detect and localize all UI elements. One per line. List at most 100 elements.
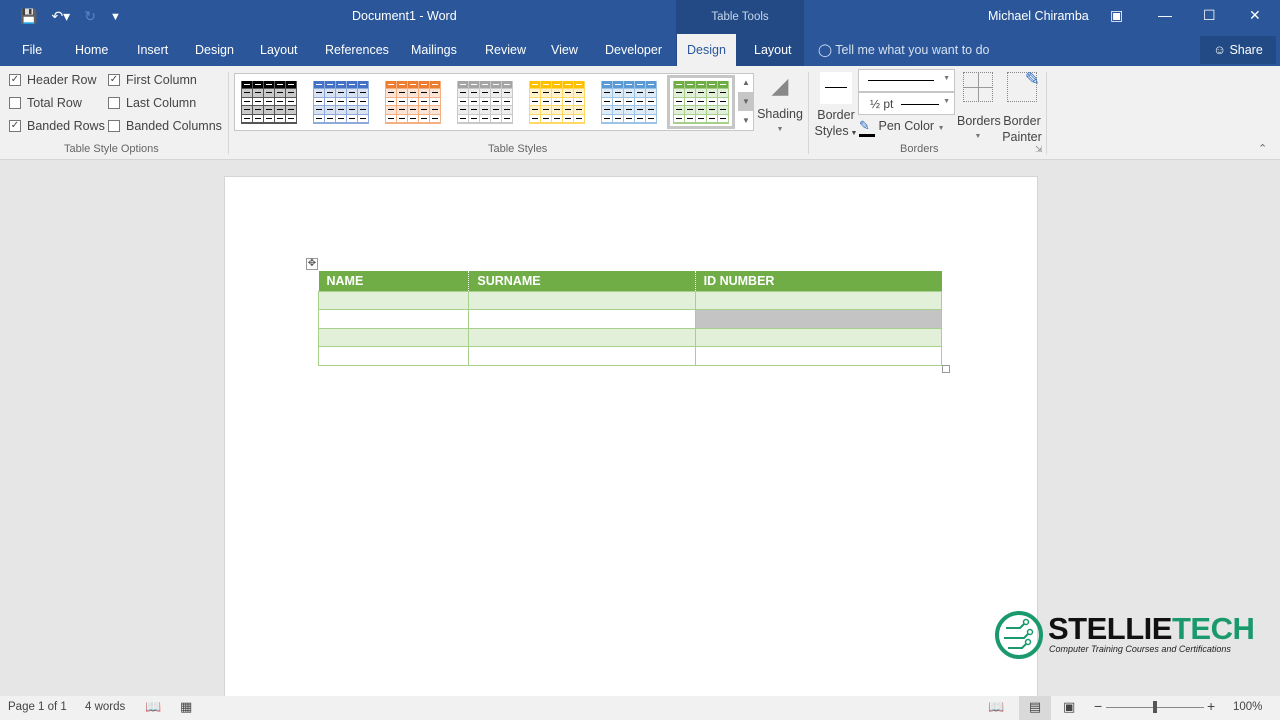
proofing-icon[interactable]: 📖: [145, 699, 161, 715]
web-layout-icon[interactable]: ▣: [1063, 699, 1075, 715]
zoom-out-icon[interactable]: −: [1094, 698, 1102, 714]
logo-wordmark: STELLIETECH: [1048, 611, 1255, 646]
table-row: [317, 290, 943, 310]
word-count[interactable]: 4 words: [85, 701, 125, 713]
checkbox-checked[interactable]: ✓: [9, 120, 21, 132]
border-painter-icon: ✎: [1007, 70, 1040, 102]
redo-icon[interactable]: ↻: [84, 8, 96, 25]
ribbon: ✓ Header Row Total Row ✓ Banded Rows ✓ Firs…: [0, 66, 1280, 160]
read-mode-icon[interactable]: 📖: [988, 699, 1004, 715]
checkbox-unchecked[interactable]: [9, 97, 21, 109]
table-cell[interactable]: [694, 327, 943, 347]
tab-file[interactable]: File: [20, 34, 44, 66]
document-table[interactable]: NAME SURNAME ID NUMBER: [317, 271, 943, 366]
table-style-thumb-gold[interactable]: [529, 81, 585, 124]
checkbox-checked[interactable]: ✓: [108, 74, 120, 86]
document-page[interactable]: [224, 176, 1038, 706]
checkbox-unchecked[interactable]: [108, 120, 120, 132]
border-painter-button[interactable]: ✎ Border Painter: [1001, 70, 1043, 145]
table-style-thumb-black[interactable]: [241, 81, 297, 124]
table-cell[interactable]: [694, 290, 943, 310]
chevron-down-icon: ▼: [848, 130, 858, 137]
tab-references[interactable]: References: [323, 34, 391, 66]
macro-recording-icon[interactable]: ▦: [180, 699, 192, 715]
table-cell[interactable]: [317, 327, 470, 347]
group-label-borders: Borders: [900, 143, 939, 155]
header-cell-id-number[interactable]: ID NUMBER: [694, 271, 942, 291]
pen-color-button[interactable]: ✎ Pen Color ▼: [859, 118, 945, 137]
maximize-icon[interactable]: ☐: [1203, 7, 1216, 24]
first-column-checkbox[interactable]: ✓ First Column: [108, 73, 197, 87]
tab-design[interactable]: Design: [193, 34, 236, 66]
borders-dialog-launcher-icon[interactable]: ⇲: [1035, 144, 1043, 155]
customize-qat-icon[interactable]: ▼: [110, 11, 121, 23]
checkbox-checked[interactable]: ✓: [9, 74, 21, 86]
undo-icon[interactable]: ↶▾: [51, 8, 70, 25]
tab-mailings[interactable]: Mailings: [409, 34, 459, 66]
checkbox-unchecked[interactable]: [108, 97, 120, 109]
table-cell[interactable]: [694, 346, 943, 366]
selected-table-cell[interactable]: [694, 309, 943, 329]
table-style-thumb-orange[interactable]: [385, 81, 441, 124]
tab-table-design[interactable]: Design: [677, 34, 736, 66]
line-style-preview: [868, 80, 934, 81]
minimize-icon[interactable]: —: [1158, 7, 1172, 23]
page-count[interactable]: Page 1 of 1: [8, 701, 67, 713]
header-row-checkbox[interactable]: ✓ Header Row: [9, 73, 96, 87]
zoom-slider-thumb[interactable]: [1153, 701, 1157, 713]
gallery-scroll-down-icon[interactable]: ▼: [738, 92, 754, 111]
ribbon-tabs: File Home Insert Design Layout Reference…: [0, 34, 1280, 66]
table-style-thumb-green[interactable]: [667, 75, 735, 129]
banded-columns-checkbox[interactable]: Banded Columns: [108, 119, 222, 133]
table-cell[interactable]: [317, 309, 470, 329]
table-style-thumb-blue[interactable]: [313, 81, 369, 124]
tab-developer[interactable]: Developer: [603, 34, 664, 66]
line-style-dropdown[interactable]: ▼: [858, 69, 955, 92]
ribbon-display-options-icon[interactable]: ▣: [1110, 7, 1123, 24]
group-label-table-styles: Table Styles: [488, 143, 548, 155]
table-cell[interactable]: [317, 290, 470, 310]
tab-insert[interactable]: Insert: [135, 34, 170, 66]
border-styles-button[interactable]: Border Styles ▼: [814, 72, 858, 142]
borders-button[interactable]: Borders ▼: [957, 72, 1001, 145]
table-style-thumb-lightblue[interactable]: [601, 81, 657, 124]
line-weight-dropdown[interactable]: ½ pt ▼: [858, 92, 955, 115]
group-label-table-style-options: Table Style Options: [64, 143, 159, 155]
chevron-down-icon: ▼: [937, 125, 945, 132]
collapse-ribbon-icon[interactable]: ⌃: [1258, 142, 1267, 155]
gallery-scroll-up-icon[interactable]: ▲: [738, 73, 754, 92]
zoom-slider[interactable]: [1106, 701, 1204, 713]
shading-button[interactable]: ◢ Shading ▼: [757, 72, 803, 138]
table-cell[interactable]: [468, 327, 696, 347]
table-move-handle-icon[interactable]: ✥: [306, 258, 318, 270]
gallery-more-icon[interactable]: ▼: [738, 111, 754, 130]
table-style-thumb-gray[interactable]: [457, 81, 513, 124]
table-cell[interactable]: [317, 346, 470, 366]
save-icon[interactable]: 💾: [20, 8, 37, 25]
total-row-checkbox[interactable]: Total Row: [9, 96, 82, 110]
tab-table-layout[interactable]: Layout: [752, 34, 794, 66]
document-title: Document1 - Word: [352, 9, 457, 23]
table-resize-handle[interactable]: [942, 365, 950, 373]
table-cell[interactable]: [468, 309, 696, 329]
table-row: [317, 346, 943, 366]
tab-home[interactable]: Home: [73, 34, 110, 66]
zoom-in-icon[interactable]: +: [1207, 698, 1215, 714]
borders-grid-icon: [963, 72, 993, 102]
close-icon[interactable]: ✕: [1249, 7, 1261, 24]
header-cell-name[interactable]: NAME: [318, 271, 469, 291]
tell-me-search[interactable]: ◯ Tell me what you want to do: [818, 34, 990, 66]
table-cell[interactable]: [468, 346, 696, 366]
table-cell[interactable]: [468, 290, 696, 310]
user-name[interactable]: Michael Chiramba: [988, 9, 1089, 23]
person-icon: ☺: [1213, 43, 1226, 57]
last-column-checkbox[interactable]: Last Column: [108, 96, 196, 110]
header-cell-surname[interactable]: SURNAME: [468, 271, 696, 291]
tab-view[interactable]: View: [549, 34, 580, 66]
share-button[interactable]: ☺ Share: [1200, 36, 1276, 64]
print-layout-icon[interactable]: ▤: [1019, 696, 1051, 720]
tab-layout[interactable]: Layout: [258, 34, 300, 66]
zoom-level[interactable]: 100%: [1233, 701, 1262, 713]
tab-review[interactable]: Review: [483, 34, 528, 66]
banded-rows-checkbox[interactable]: ✓ Banded Rows: [9, 119, 105, 133]
